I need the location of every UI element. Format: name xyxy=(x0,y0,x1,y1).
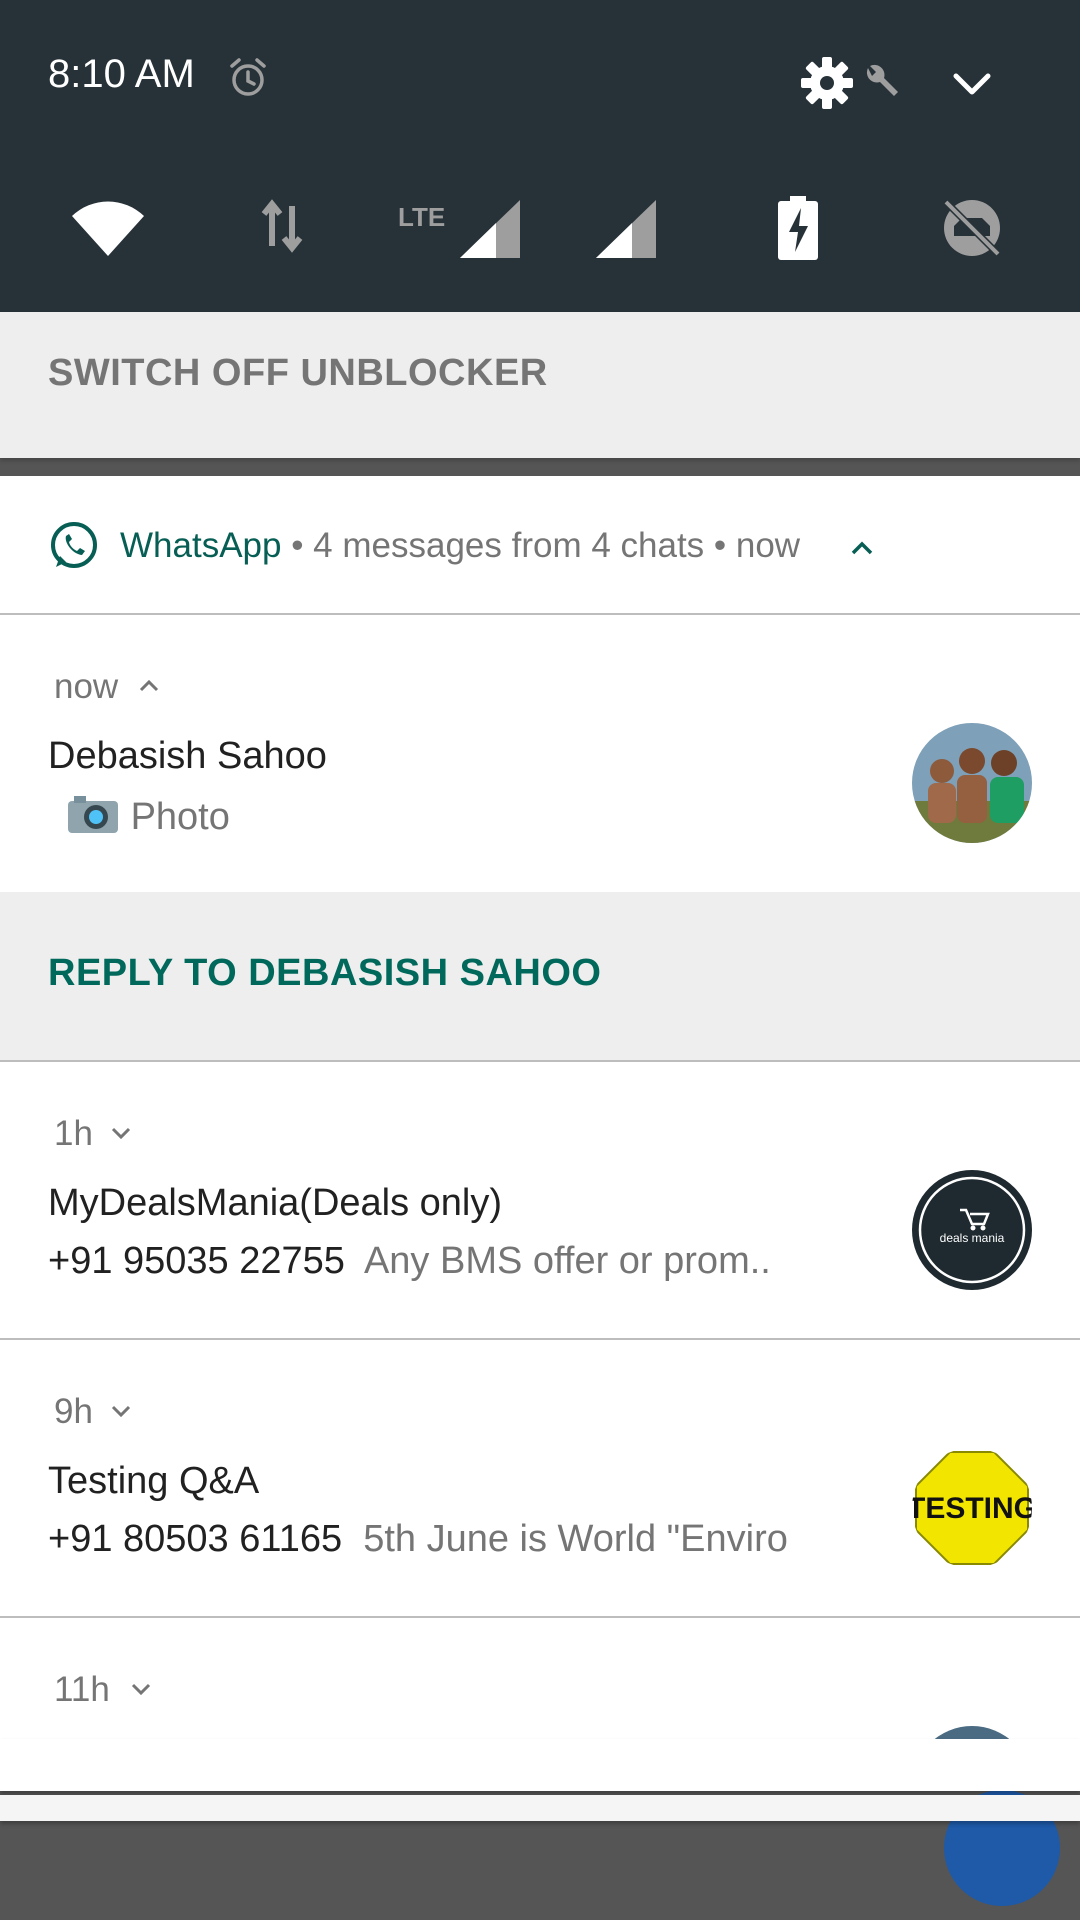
svg-text:TESTING: TESTING xyxy=(912,1492,1032,1525)
reply-action-bar: REPLY TO DEBASISH SAHOO xyxy=(0,892,1080,1062)
message-preview: 5th June is World "Enviro xyxy=(363,1518,788,1560)
sync-off-tile[interactable] xyxy=(940,196,1004,264)
whatsapp-notification[interactable]: WhatsApp • 4 messages from 4 chats • now… xyxy=(0,476,1080,1739)
message-item[interactable]: 11h xyxy=(0,1618,1080,1739)
message-title: MyDealsMania(Deals only) xyxy=(48,1182,503,1224)
chevron-down-icon[interactable] xyxy=(110,1404,132,1418)
lte-signal-tile[interactable]: LTE xyxy=(398,196,520,264)
message-preview: Photo xyxy=(130,796,230,838)
message-sender: +91 80503 61165 xyxy=(48,1518,343,1560)
stacked-notification[interactable] xyxy=(0,1795,1080,1821)
quick-settings-header: 8:10 AM LTE xyxy=(0,0,1080,312)
lte-signal-icon: LTE xyxy=(398,200,520,258)
data-transfer-tile[interactable] xyxy=(258,196,306,264)
svg-text:deals mania: deals mania xyxy=(940,1231,1005,1245)
chevron-down-icon[interactable] xyxy=(110,1126,132,1140)
wifi-icon xyxy=(72,201,144,256)
message-item[interactable]: 1h MyDealsMania(Deals only) +91 95035 22… xyxy=(0,1062,1080,1340)
whatsapp-icon xyxy=(51,522,97,568)
message-time: 1h xyxy=(54,1114,93,1153)
battery-tile[interactable] xyxy=(778,196,818,264)
chevron-up-icon[interactable] xyxy=(850,540,874,556)
message-title: Testing Q&A xyxy=(48,1460,260,1502)
notification-summary: • 4 messages from 4 chats • now xyxy=(281,526,801,565)
cell-signal-icon xyxy=(596,200,656,258)
data-transfer-icon xyxy=(261,199,303,253)
battery-charging-icon xyxy=(778,196,818,260)
camera-icon xyxy=(68,796,118,833)
status-time: 8:10 AM xyxy=(48,52,195,96)
wifi-tile[interactable] xyxy=(70,196,146,264)
message-time: 9h xyxy=(54,1392,93,1431)
app-name: WhatsApp xyxy=(120,526,282,565)
message-time: now xyxy=(54,667,119,706)
message-title: Debasish Sahoo xyxy=(48,735,327,777)
gear-icon[interactable] xyxy=(800,56,854,110)
message-sender: +91 95035 22755 xyxy=(48,1240,345,1282)
message-item[interactable]: 9h Testing Q&A +91 80503 61165 5th June … xyxy=(0,1340,1080,1618)
notification-header[interactable]: WhatsApp • 4 messages from 4 chats • now xyxy=(0,476,1080,615)
chevron-down-icon[interactable] xyxy=(130,1682,152,1696)
svg-text:LTE: LTE xyxy=(398,202,445,232)
message-preview: Any BMS offer or prom.. xyxy=(363,1240,771,1282)
reply-button[interactable]: REPLY TO DEBASISH SAHOO xyxy=(48,952,601,995)
chevron-up-icon[interactable] xyxy=(138,679,160,693)
switch-off-unblocker-button[interactable]: SWITCH OFF UNBLOCKER xyxy=(48,352,548,395)
group-photo-avatar xyxy=(912,723,1032,843)
message-item[interactable]: now Debasish Sahoo Photo xyxy=(0,615,1080,892)
stacked-notification[interactable] xyxy=(0,1739,1080,1791)
alarm-icon xyxy=(230,58,266,96)
sync-off-icon xyxy=(943,199,1001,257)
message-time: 11h xyxy=(54,1670,110,1709)
chevron-down-icon[interactable] xyxy=(950,68,994,102)
cell-signal-tile[interactable] xyxy=(596,196,656,264)
wrench-icon xyxy=(866,64,898,96)
testing-avatar: TESTING xyxy=(912,1448,1032,1568)
deals-mania-avatar: deals mania xyxy=(912,1170,1032,1290)
avatar xyxy=(912,1726,1032,1739)
